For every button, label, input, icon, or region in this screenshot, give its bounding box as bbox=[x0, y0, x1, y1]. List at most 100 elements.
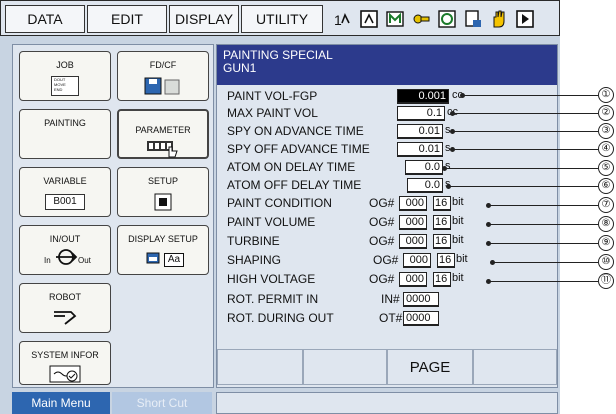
row-label: SPY ON ADVANCE TIME bbox=[227, 124, 364, 138]
robot-arm-icon bbox=[54, 311, 77, 325]
bits-field[interactable]: 16 bbox=[433, 234, 451, 249]
row-paint-vol-fgp: PAINT VOL-FGP 0.001 cc bbox=[227, 89, 547, 105]
main-menu-panel: JOB DOUT MOVE END FD/CF PAINTING PARAMET… bbox=[12, 44, 214, 388]
callout-dot bbox=[486, 279, 491, 284]
tab-bar-filler bbox=[216, 392, 558, 414]
callout-dot bbox=[490, 260, 495, 265]
row-label: ATOM ON DELAY TIME bbox=[227, 160, 356, 174]
callout-leader bbox=[492, 262, 598, 263]
row-label: HIGH VOLTAGE bbox=[227, 272, 316, 286]
top-menu-bar: DATA EDIT DISPLAY UTILITY 1 bbox=[0, 0, 560, 36]
inout-label: IN/OUT bbox=[49, 234, 81, 244]
menu-edit[interactable]: EDIT bbox=[87, 5, 167, 33]
value-field[interactable]: 000 bbox=[403, 253, 431, 268]
row-label: PAINT VOL-FGP bbox=[227, 89, 318, 103]
row-label: ROT. PERMIT IN bbox=[227, 292, 319, 306]
callout-dot bbox=[446, 184, 451, 189]
callout-leader bbox=[488, 243, 598, 244]
callout-dot bbox=[450, 147, 455, 152]
display-setup-label: DISPLAY SETUP bbox=[128, 234, 198, 244]
page-button[interactable]: PAGE bbox=[387, 349, 473, 385]
job-icon: DOUT MOVE END bbox=[51, 76, 79, 96]
setup-label: SETUP bbox=[147, 176, 178, 186]
menu-inout[interactable]: IN/OUT In Out bbox=[19, 225, 111, 275]
menu-variable[interactable]: VARIABLE B001 bbox=[19, 167, 111, 217]
job-label: JOB bbox=[56, 60, 74, 70]
value-field[interactable]: 0.0 bbox=[405, 160, 443, 175]
menu-display[interactable]: DISPLAY bbox=[169, 5, 239, 33]
bottom-button-4[interactable] bbox=[473, 349, 557, 385]
menu-system-info[interactable]: SYSTEM INFOR bbox=[19, 341, 111, 385]
callout-1: ① bbox=[598, 87, 614, 103]
status-icons: 1 bbox=[333, 5, 535, 33]
callout-leader bbox=[462, 95, 598, 96]
menu-fdcf[interactable]: FD/CF bbox=[117, 51, 209, 101]
menu-parameter[interactable]: PARAMETER bbox=[117, 109, 209, 159]
security-icon bbox=[386, 11, 404, 27]
value-field[interactable]: 0000 bbox=[403, 292, 439, 307]
value-field[interactable]: 000 bbox=[399, 215, 427, 230]
callout-dot bbox=[486, 222, 491, 227]
value-field[interactable]: 000 bbox=[399, 272, 427, 287]
value-field[interactable]: 000 bbox=[399, 234, 427, 249]
callout-dot bbox=[486, 203, 491, 208]
out-text: Out bbox=[78, 256, 91, 265]
callout-10: ⑩ bbox=[598, 254, 614, 270]
value-field[interactable]: 0.01 bbox=[397, 142, 443, 157]
prefix-label: OG# bbox=[369, 215, 395, 229]
bottom-button-1[interactable] bbox=[217, 349, 303, 385]
parameter-icon bbox=[147, 141, 178, 158]
bottom-button-2[interactable] bbox=[303, 349, 387, 385]
row-max-paint-vol: MAX PAINT VOL 0.1 cc bbox=[227, 106, 547, 122]
callout-leader bbox=[444, 168, 598, 169]
bits-field[interactable]: 16 bbox=[437, 253, 455, 268]
value-field[interactable]: 0.0 bbox=[407, 178, 443, 193]
panel-title-line-1: PAINTING SPECIAL bbox=[223, 48, 333, 62]
bits-field[interactable]: 16 bbox=[433, 272, 451, 287]
tab-short-cut[interactable]: Short Cut bbox=[112, 392, 212, 414]
bits-field[interactable]: 16 bbox=[433, 215, 451, 230]
callout-leader bbox=[452, 131, 598, 132]
callout-dot bbox=[450, 129, 455, 134]
menu-setup[interactable]: SETUP bbox=[117, 167, 209, 217]
callout-leader bbox=[452, 149, 598, 150]
unit-label: bit bbox=[452, 215, 464, 227]
svg-text:1: 1 bbox=[334, 12, 342, 28]
tool-icon bbox=[413, 14, 430, 24]
menu-painting[interactable]: PAINTING bbox=[19, 109, 111, 159]
variable-icon: B001 bbox=[45, 194, 85, 210]
callout-dot bbox=[486, 241, 491, 246]
parameter-label: PARAMETER bbox=[135, 125, 191, 135]
value-field[interactable]: 0.1 bbox=[397, 106, 445, 121]
tab-main-menu[interactable]: Main Menu bbox=[12, 392, 110, 414]
value-field[interactable]: 0.01 bbox=[397, 124, 443, 139]
prefix-label: OT# bbox=[379, 311, 403, 325]
menu-data[interactable]: DATA bbox=[5, 5, 85, 33]
floppy-icon bbox=[144, 77, 180, 95]
callout-leader bbox=[488, 281, 598, 282]
menu-job[interactable]: JOB DOUT MOVE END bbox=[19, 51, 111, 101]
prefix-label: IN# bbox=[381, 292, 400, 306]
painting-label: PAINTING bbox=[44, 118, 86, 128]
hand-icon bbox=[493, 10, 505, 28]
value-field[interactable]: 0000 bbox=[403, 311, 439, 326]
manual-speed-icon bbox=[360, 10, 378, 28]
callout-leader bbox=[448, 186, 598, 187]
bits-field[interactable]: 16 bbox=[433, 196, 451, 211]
job-icon-line-3: END bbox=[54, 87, 63, 92]
callout-8: ⑧ bbox=[598, 216, 614, 232]
row-spy-off-advance-time: SPY OFF ADVANCE TIME 0.01 s bbox=[227, 142, 547, 158]
row-label: PAINT VOLUME bbox=[227, 215, 316, 229]
play-icon[interactable] bbox=[515, 9, 535, 29]
cycle-icon bbox=[438, 10, 456, 28]
menu-display-setup[interactable]: DISPLAY SETUP Aa bbox=[117, 225, 209, 275]
value-field[interactable]: 000 bbox=[399, 196, 427, 211]
value-field[interactable]: 0.001 bbox=[397, 89, 449, 104]
menu-robot[interactable]: ROBOT bbox=[19, 283, 111, 333]
callout-5: ⑤ bbox=[598, 160, 614, 176]
callout-2: ② bbox=[598, 105, 614, 121]
bottom-tab-bar: Main Menu Short Cut bbox=[0, 392, 560, 414]
menu-utility[interactable]: UTILITY bbox=[241, 5, 323, 33]
robot-label: ROBOT bbox=[48, 292, 81, 302]
prefix-label: OG# bbox=[369, 272, 395, 286]
